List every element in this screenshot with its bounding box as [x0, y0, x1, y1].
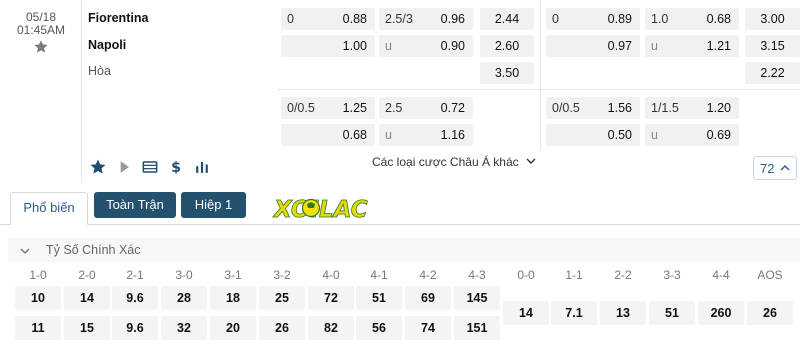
xoilac-logo: XOILAC: [272, 197, 368, 224]
ft-ou2-over-odds[interactable]: 2.5 0.72: [379, 97, 473, 119]
ft-hdp-away-odds[interactable]: 1.00: [281, 35, 375, 57]
h1-ou-under-odds[interactable]: u 1.21: [645, 35, 739, 57]
ft-hdp-home-odds[interactable]: 0 0.88: [281, 8, 375, 30]
score-label: 2-1: [126, 268, 144, 282]
score-label: 3-0: [175, 268, 193, 282]
score-label: 4-3: [468, 268, 486, 282]
h1-ou-over-odds[interactable]: 1.0 0.68: [645, 8, 739, 30]
chevron-down-icon: [526, 158, 536, 164]
ft-ou-under-odds[interactable]: u 0.90: [379, 35, 473, 57]
score-label: 3-2: [273, 268, 291, 282]
score-away-odds[interactable]: 15: [64, 316, 110, 340]
svg-text:$: $: [171, 160, 181, 176]
score-home-odds[interactable]: 18: [210, 286, 256, 310]
favorite-icon[interactable]: [88, 157, 108, 177]
draw-label: Hòa: [88, 64, 111, 78]
score-away-odds[interactable]: 32: [161, 316, 207, 340]
score-away-odds[interactable]: 20: [210, 316, 256, 340]
row-separator: [277, 89, 800, 90]
dollar-icon[interactable]: $: [166, 157, 186, 177]
h1-1x2-away-odds[interactable]: 3.15: [745, 35, 800, 57]
score-away-odds[interactable]: 9.6: [112, 316, 158, 340]
h1-1x2-draw-odds[interactable]: 2.22: [745, 62, 800, 84]
draw-score-odds[interactable]: 14: [503, 301, 549, 325]
h1-hdp-away-odds[interactable]: 0.97: [546, 35, 640, 57]
stadium-icon[interactable]: [140, 157, 160, 177]
tab-popular[interactable]: Phổ biến: [10, 192, 88, 225]
score-home-odds[interactable]: 25: [259, 286, 305, 310]
score-home-odds[interactable]: 69: [405, 286, 451, 310]
draw-score-odds[interactable]: 7.1: [551, 301, 597, 325]
score-home-odds[interactable]: 145: [454, 286, 500, 310]
stats-icon[interactable]: [192, 157, 212, 177]
ft-1x2-away-odds[interactable]: 2.60: [480, 35, 534, 57]
away-team-name: Napoli: [88, 38, 127, 52]
h1-hdp2-away-odds[interactable]: 0.50: [546, 124, 640, 146]
score-away-odds[interactable]: 56: [356, 316, 402, 340]
score-away-odds[interactable]: 74: [405, 316, 451, 340]
match-time-column: 05/18 01:45AM: [0, 0, 82, 183]
h1-ou2-under-odds[interactable]: u 0.69: [645, 124, 739, 146]
draw-score-odds[interactable]: 26: [747, 301, 793, 325]
chevron-up-icon: [780, 164, 790, 171]
correct-score-header[interactable]: Tỷ Số Chính Xác: [8, 238, 800, 262]
score-away-odds[interactable]: 82: [308, 316, 354, 340]
draw-score-label: 3-3: [663, 268, 681, 282]
draw-score-label: 4-4: [712, 268, 730, 282]
market-count: 72: [760, 161, 775, 176]
score-label: 2-0: [78, 268, 96, 282]
ft-ou2-under-odds[interactable]: u 1.16: [379, 124, 473, 146]
score-label: 4-1: [370, 268, 388, 282]
ft-ou-over-odds[interactable]: 2.5/3 0.96: [379, 8, 473, 30]
other-bets-label: Các loại cược Châu Á khác: [372, 155, 519, 169]
score-label: 4-2: [419, 268, 437, 282]
draw-score-odds[interactable]: 260: [698, 301, 744, 325]
tabbar-line: [0, 224, 800, 225]
score-away-odds[interactable]: 26: [259, 316, 305, 340]
ft-1x2-draw-odds[interactable]: 3.50: [480, 62, 534, 84]
draw-score-odds[interactable]: 13: [600, 301, 646, 325]
score-label: 1-0: [29, 268, 47, 282]
h1-1x2-home-odds[interactable]: 3.00: [745, 8, 800, 30]
score-home-odds[interactable]: 28: [161, 286, 207, 310]
draw-score-odds[interactable]: 51: [649, 301, 695, 325]
score-label: 3-1: [224, 268, 242, 282]
score-home-odds[interactable]: 51: [356, 286, 402, 310]
match-date: 05/18: [25, 10, 57, 24]
score-away-odds[interactable]: 11: [15, 316, 61, 340]
h1-hdp-home-odds[interactable]: 0 0.89: [546, 8, 640, 30]
svg-text:XOILAC: XOILAC: [272, 197, 368, 223]
home-team-name: Fiorentina: [88, 11, 149, 25]
half-divider: [540, 0, 541, 150]
score-home-odds[interactable]: 10: [15, 286, 61, 310]
score-away-odds[interactable]: 151: [454, 316, 500, 340]
score-home-odds[interactable]: 9.6: [112, 286, 158, 310]
score-home-odds[interactable]: 14: [64, 286, 110, 310]
h1-ou2-over-odds[interactable]: 1/1.5 1.20: [645, 97, 739, 119]
score-label: 4-0: [322, 268, 340, 282]
match-time: 01:45AM: [16, 23, 66, 37]
draw-score-label: 2-2: [614, 268, 632, 282]
market-count-toggle[interactable]: 72: [753, 156, 797, 180]
ft-hdp2-away-odds[interactable]: 0.68: [281, 124, 375, 146]
favorite-star-icon[interactable]: [33, 39, 49, 55]
score-home-odds[interactable]: 72: [308, 286, 354, 310]
ft-hdp2-home-odds[interactable]: 0/0.5 1.25: [281, 97, 375, 119]
draw-score-label: 0-0: [517, 268, 535, 282]
play-icon[interactable]: [114, 157, 134, 177]
other-bets-dropdown[interactable]: Các loại cược Châu Á khác: [372, 155, 536, 169]
ft-1x2-home-odds[interactable]: 2.44: [480, 8, 534, 30]
correct-score-title: Tỷ Số Chính Xác: [46, 243, 141, 257]
tab-full-match[interactable]: Toàn Trận: [94, 192, 176, 218]
tab-first-half[interactable]: Hiệp 1: [181, 192, 246, 218]
draw-score-label: AOS: [757, 268, 783, 282]
chevron-down-icon: [20, 248, 30, 254]
h1-hdp2-home-odds[interactable]: 0/0.5 1.56: [546, 97, 640, 119]
draw-score-label: 1-1: [565, 268, 583, 282]
